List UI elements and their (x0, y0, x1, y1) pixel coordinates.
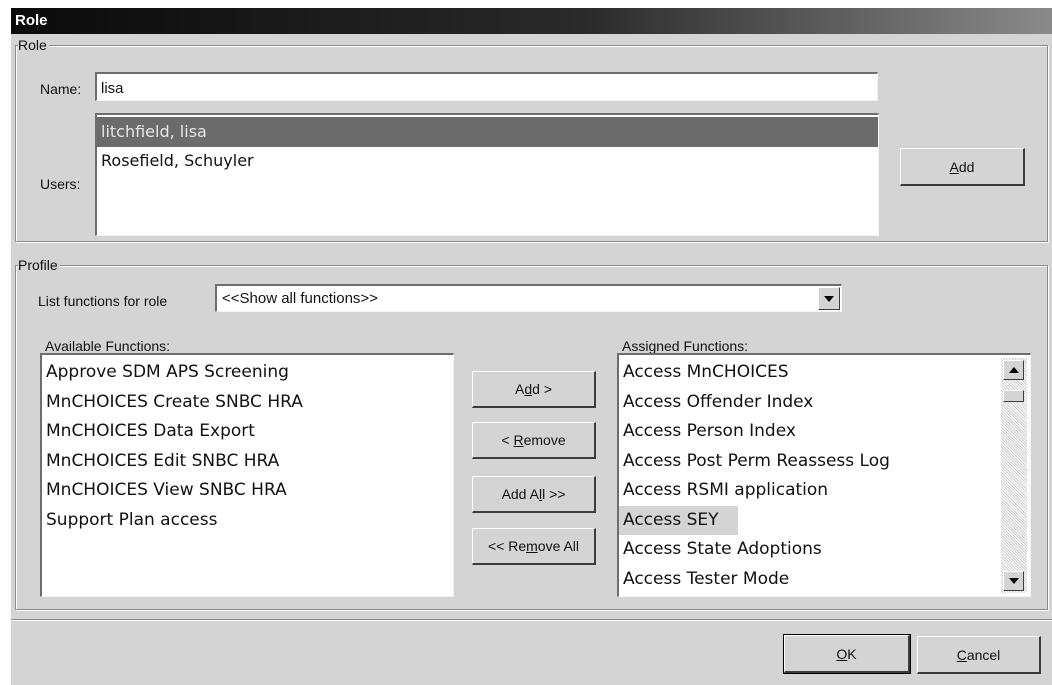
remove-function-button[interactable]: < Remove (472, 422, 596, 459)
scroll-up-button[interactable] (1003, 360, 1024, 380)
assigned-functions-list[interactable]: Access MnCHOICES Access Offender Index A… (617, 353, 1031, 597)
add-user-button[interactable]: Add (900, 148, 1025, 186)
add-function-label-post: d > (532, 381, 552, 397)
add-function-button[interactable]: Add > (472, 371, 596, 408)
window-title: Role (15, 12, 48, 29)
remove-all-label-pre: << Re (487, 538, 527, 554)
assigned-function-item[interactable]: Access State Adoptions (619, 535, 1030, 565)
available-function-item[interactable]: MnCHOICES View SNBC HRA (42, 476, 453, 506)
add-all-label-post: l >> (542, 486, 566, 502)
list-functions-label: List functions for role (38, 293, 168, 309)
users-list-item[interactable]: Rosefield, Schuyler (97, 147, 878, 175)
scroll-down-button[interactable] (1003, 571, 1024, 591)
user-name: Rosefield, Schuyler (101, 151, 254, 170)
add-all-functions-button[interactable]: Add All >> (472, 476, 596, 513)
remove-function-label-pre: < (501, 432, 514, 448)
assigned-scrollbar[interactable] (1001, 358, 1027, 593)
available-functions-list[interactable]: Approve SDM APS Screening MnCHOICES Crea… (40, 353, 454, 597)
assigned-function-item[interactable]: Access Person Index (619, 417, 1030, 447)
title-bar: Role (11, 8, 1052, 34)
add-user-label-post: dd (958, 158, 975, 175)
available-function-item[interactable]: Approve SDM APS Screening (42, 358, 453, 388)
add-function-label-pre: A (515, 381, 525, 397)
users-list[interactable]: litchfield, lisa Rosefield, Schuyler (95, 113, 879, 236)
footer-separator (11, 619, 1052, 621)
assigned-function-item[interactable]: Access MnCHOICES (619, 358, 1030, 388)
role-legend: Role (18, 37, 49, 53)
available-functions-label: Available Functions: (45, 338, 171, 354)
cancel-label-post: ancel (966, 646, 1001, 663)
scroll-thumb[interactable] (1003, 390, 1024, 402)
users-list-item[interactable]: litchfield, lisa (97, 117, 878, 147)
add-function-label-mnemonic: d (524, 381, 533, 397)
list-functions-value: <<Show all functions>> (222, 290, 378, 307)
name-field-value: lisa (101, 80, 124, 97)
name-field[interactable]: lisa (95, 72, 878, 101)
profile-legend: Profile (18, 257, 60, 273)
name-label: Name: (40, 81, 82, 97)
assigned-function-item[interactable]: Access Tester Mode (619, 565, 1030, 595)
available-function-item[interactable]: Support Plan access (42, 506, 453, 536)
add-all-label-pre: Add A (501, 486, 539, 502)
available-function-item[interactable]: MnCHOICES Create SNBC HRA (42, 388, 453, 418)
assigned-functions-label: Assigned Functions: (622, 338, 749, 354)
users-label: Users: (40, 176, 81, 192)
list-functions-select[interactable]: <<Show all functions>> (215, 284, 842, 312)
chevron-up-icon (1008, 367, 1019, 373)
remove-all-label-mnemonic: m (526, 538, 538, 554)
chevron-down-icon (1008, 578, 1019, 584)
remove-function-label-mnemonic: R (513, 432, 524, 448)
ok-label-post: K (847, 645, 857, 662)
add-user-label-mnemonic: A (949, 158, 959, 175)
cancel-button[interactable]: Cancel (917, 636, 1041, 674)
remove-all-label-post: ove All (537, 538, 580, 554)
assigned-function-item[interactable]: Access Offender Index (619, 388, 1030, 418)
available-function-item[interactable]: MnCHOICES Data Export (42, 417, 453, 447)
ok-button[interactable]: OK (783, 634, 911, 674)
assigned-function-item[interactable]: Access RSMI application (619, 476, 1030, 506)
dropdown-arrow-button[interactable] (818, 287, 840, 310)
available-function-item[interactable]: MnCHOICES Edit SNBC HRA (42, 447, 453, 477)
remove-function-label-post: emove (523, 432, 566, 448)
remove-all-functions-button[interactable]: << Re m ove All (472, 528, 596, 565)
cancel-label-mnemonic: C (956, 646, 967, 663)
ok-label-mnemonic: O (836, 645, 848, 662)
assigned-function-item[interactable]: Access Post Perm Reassess Log (619, 447, 1030, 477)
assigned-function-item[interactable]: Access SEY (619, 505, 738, 535)
chevron-down-icon (824, 295, 834, 302)
user-name: litchfield, lisa (101, 122, 207, 141)
